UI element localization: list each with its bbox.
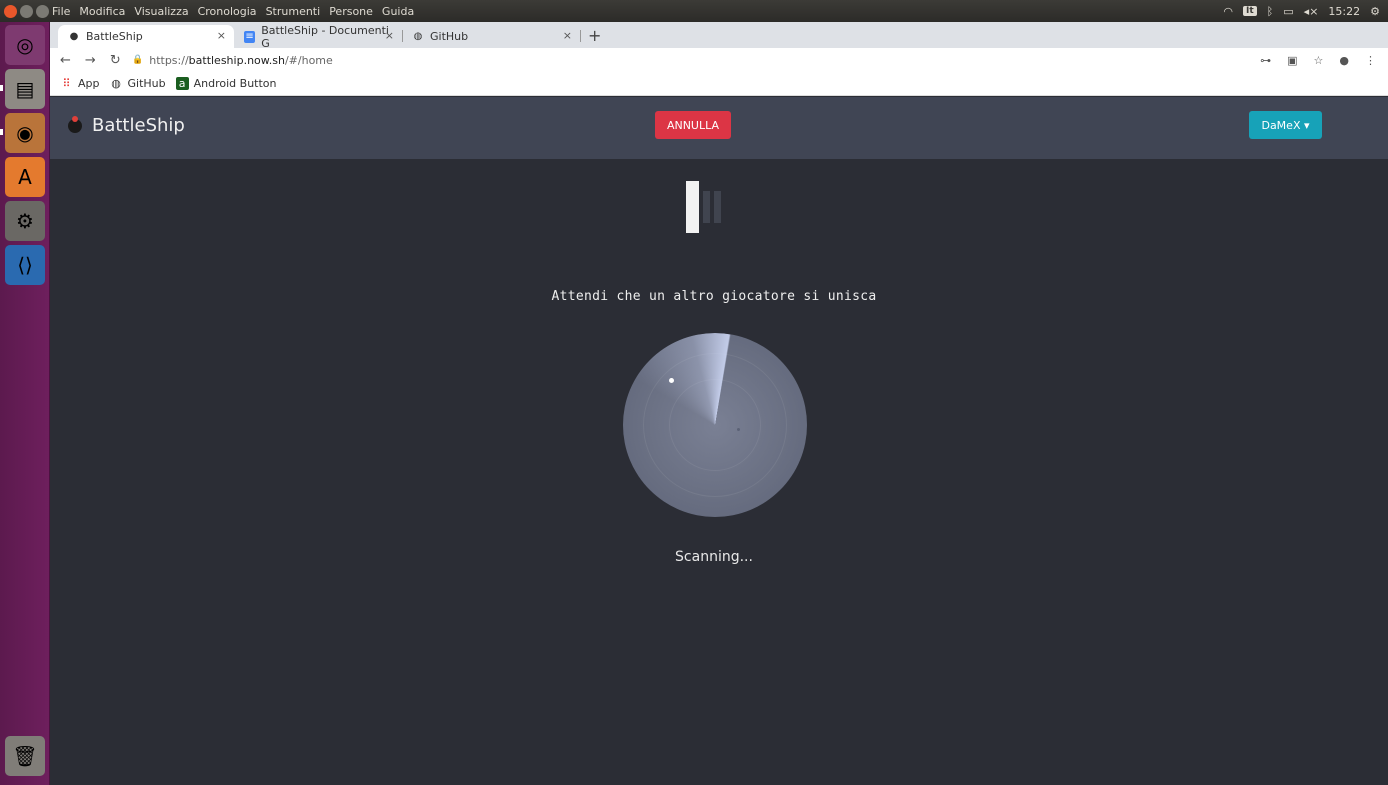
bookmark-app[interactable]: ⠿ App	[60, 77, 100, 90]
radar-blip	[669, 378, 674, 383]
android-button-icon: a	[175, 77, 189, 90]
brand[interactable]: BattleShip	[68, 115, 185, 136]
battleship-favicon-icon: ●	[69, 31, 79, 42]
minimize-window-icon[interactable]	[20, 4, 33, 18]
menu-modifica[interactable]: Modifica	[79, 5, 125, 18]
chrome-icon[interactable]: ◉	[5, 113, 45, 153]
close-window-icon[interactable]	[4, 4, 17, 18]
bookmark-github[interactable]: ◍ GitHub	[110, 77, 166, 90]
clock[interactable]: 15:22	[1328, 5, 1360, 18]
loading-bar	[686, 181, 699, 233]
keyboard-layout-indicator[interactable]: It	[1243, 6, 1257, 16]
radar-scanner	[623, 333, 807, 517]
user-menu-button[interactable]: DaMeX ▾	[1249, 111, 1322, 139]
battery-icon[interactable]: ▭	[1283, 5, 1293, 18]
running-indicator	[0, 85, 3, 91]
url-path: /#/home	[284, 53, 333, 67]
browser-tabstrip: ● BattleShip × ≡ BattleShip - Documenti …	[50, 22, 1388, 50]
software-store-icon[interactable]: A	[5, 157, 45, 197]
loading-bar	[714, 191, 721, 223]
tab-github[interactable]: ◍ GitHub ×	[402, 25, 580, 48]
profile-avatar-icon[interactable]: ●	[1339, 54, 1349, 67]
volume-icon[interactable]: ◂×	[1304, 5, 1319, 18]
session-gear-icon[interactable]: ⚙	[1370, 5, 1380, 18]
user-name: DaMeX	[1261, 118, 1301, 132]
url-host: battleship.now.sh	[188, 53, 285, 67]
bookmark-android-button[interactable]: a Android Button	[175, 77, 277, 90]
cancel-button[interactable]: ANNULLA	[655, 111, 731, 139]
github-icon: ◍	[111, 77, 121, 90]
menu-cronologia[interactable]: Cronologia	[198, 5, 257, 18]
settings-icon[interactable]: ⚙	[5, 201, 45, 241]
translate-icon[interactable]: ▣	[1287, 54, 1297, 67]
back-arrow-icon[interactable]: ←	[60, 53, 71, 68]
navigation-buttons: ← → ↻	[50, 53, 132, 68]
tab-title: BattleShip	[86, 30, 143, 43]
toolbar-actions: ⊶ ▣ ☆ ● ⋮	[1260, 54, 1376, 67]
lock-icon[interactable]: 🔒	[132, 55, 143, 65]
running-indicator	[0, 129, 3, 135]
bookmark-star-icon[interactable]: ☆	[1314, 54, 1324, 67]
system-tray: ◠ It ᛒ ▭ ◂× 15:22 ⚙	[1223, 0, 1380, 22]
bookmark-label: App	[78, 77, 100, 90]
web-page: BattleShip ANNULLA DaMeX ▾ Attendi che u…	[50, 97, 1388, 785]
maximize-window-icon[interactable]	[36, 4, 49, 18]
os-top-panel: File Modifica Visualizza Cronologia Stru…	[0, 0, 1388, 22]
bookmark-label: Android Button	[193, 77, 277, 90]
scanning-status: Scanning...	[675, 549, 753, 565]
apps-grid-icon: ⠿	[62, 77, 71, 90]
bookmarks-bar: ⠿ App ◍ GitHub a Android Button	[50, 72, 1388, 96]
github-favicon-icon: ◍	[413, 31, 423, 42]
tab-battleship[interactable]: ● BattleShip ×	[58, 25, 234, 48]
menu-file[interactable]: File	[52, 5, 70, 18]
address-bar[interactable]: https://battleship.now.sh/#/home	[149, 54, 333, 67]
close-tab-icon[interactable]: ×	[217, 29, 226, 42]
loading-bar	[703, 191, 710, 223]
menu-strumenti[interactable]: Strumenti	[266, 5, 321, 18]
tab-documenti[interactable]: ≡ BattleShip - Documenti G ×	[234, 23, 402, 50]
menu-guida[interactable]: Guida	[382, 5, 414, 18]
vscode-icon[interactable]: ⟨⟩	[5, 245, 45, 285]
browser-toolbar: ← → ↻ 🔒 https://battleship.now.sh/#/home…	[50, 48, 1388, 72]
url-scheme: https://	[149, 53, 189, 67]
caret-down-icon: ▾	[1303, 118, 1310, 132]
bluetooth-icon[interactable]: ᛒ	[1267, 5, 1274, 18]
key-icon[interactable]: ⊶	[1260, 54, 1271, 67]
bookmark-label: GitHub	[127, 77, 166, 90]
tab-title: GitHub	[430, 30, 469, 43]
app-menu-bar: File Modifica Visualizza Cronologia Stru…	[50, 5, 414, 18]
ubuntu-icon[interactable]: ◎	[5, 25, 45, 65]
wifi-icon[interactable]: ◠	[1223, 5, 1233, 18]
window-controls	[0, 4, 50, 18]
battleship-logo-icon	[68, 115, 82, 133]
tab-title: BattleShip - Documenti G	[261, 23, 389, 50]
new-tab-button[interactable]: +	[588, 26, 601, 45]
trash-icon[interactable]: 🗑	[5, 736, 45, 776]
forward-arrow-icon[interactable]: →	[85, 53, 96, 68]
loading-bars	[686, 181, 728, 233]
app-navbar: BattleShip ANNULLA DaMeX ▾	[50, 97, 1388, 159]
close-tab-icon[interactable]: ×	[563, 29, 572, 42]
wait-message: Attendi che un altro giocatore si unisca	[551, 289, 877, 304]
radar-sweep	[623, 333, 807, 517]
files-icon[interactable]: ▤	[5, 69, 45, 109]
menu-visualizza[interactable]: Visualizza	[134, 5, 188, 18]
close-tab-icon[interactable]: ×	[385, 29, 394, 42]
radar-blip	[737, 428, 740, 431]
reload-icon[interactable]: ↻	[110, 53, 121, 68]
more-menu-icon[interactable]: ⋮	[1365, 54, 1376, 67]
tab-separator	[580, 30, 581, 42]
unity-launcher: ◎ ▤ ◉ A ⚙ ⟨⟩ 🗑	[0, 22, 50, 785]
docs-favicon-icon: ≡	[244, 30, 256, 43]
brand-title: BattleShip	[92, 115, 185, 136]
menu-persone[interactable]: Persone	[329, 5, 373, 18]
